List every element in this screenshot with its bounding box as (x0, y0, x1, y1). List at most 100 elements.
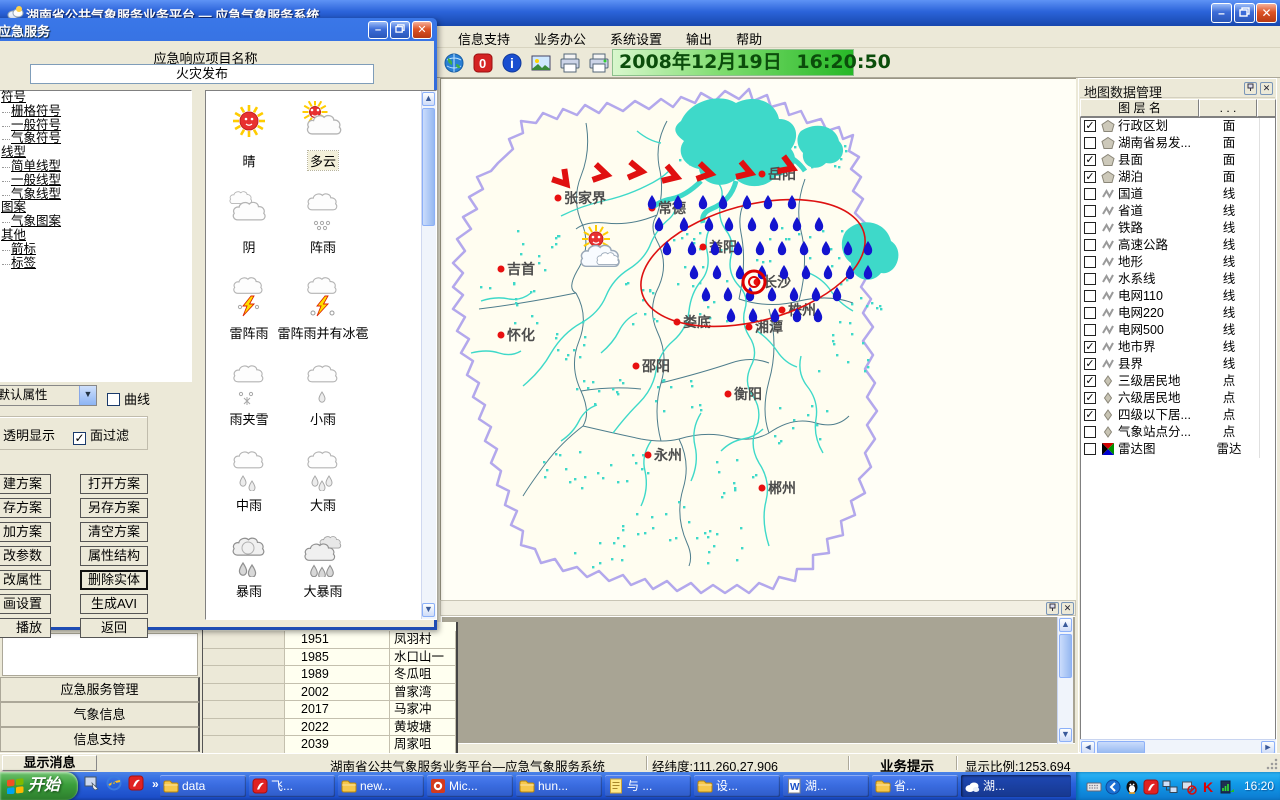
button-属性结构[interactable]: 属性结构 (80, 546, 148, 566)
weather-symbol-阴[interactable] (226, 187, 272, 233)
tree-item-标签[interactable]: 标签 (0, 257, 191, 271)
bottom-panel-scrollbar[interactable]: ▲ ▼ (1057, 617, 1073, 744)
layer-row-水系线[interactable]: 水系线 线 (1081, 271, 1275, 288)
close-button[interactable]: ✕ (1256, 3, 1277, 23)
layer-row-电网220[interactable]: 电网220 线 (1081, 305, 1275, 322)
table-row[interactable]: 1989 冬瓜咀 (203, 666, 456, 684)
layer-visibility-checkbox[interactable] (1084, 137, 1096, 149)
taskbar-button-6[interactable]: 设... (694, 775, 780, 797)
taskbar-button-8[interactable]: 省... (872, 775, 958, 797)
button-返回[interactable]: 返回 (80, 618, 148, 638)
tree-item-一般线型[interactable]: 一般线型 (0, 174, 191, 188)
dialog-restore-button[interactable] (390, 21, 410, 39)
menu-item-2[interactable]: 系统设置 (598, 26, 674, 48)
pin-icon[interactable] (1244, 82, 1257, 95)
menu-item-1[interactable]: 业务办公 (522, 26, 598, 48)
station-table[interactable]: 1951 凤羽村 1985 水口山一厂 1989 冬瓜咀 2002 曾家湾 20… (202, 622, 458, 753)
layer-visibility-checkbox[interactable]: ✓ (1084, 375, 1096, 387)
button-存方案[interactable]: 存方案 (0, 498, 51, 518)
layer-visibility-checkbox[interactable] (1084, 239, 1096, 251)
layer-visibility-checkbox[interactable] (1084, 205, 1096, 217)
button-画设置[interactable]: 画设置 (0, 594, 51, 614)
layer-row-气象站点分...[interactable]: 气象站点分... 点 (1081, 424, 1275, 441)
layer-visibility-checkbox[interactable]: ✓ (1084, 120, 1096, 132)
layer-row-湖泊[interactable]: ✓ 湖泊 面 (1081, 169, 1275, 186)
weather-symbol-大暴雨[interactable] (300, 531, 346, 577)
layer-visibility-checkbox[interactable]: ✓ (1084, 171, 1096, 183)
map-canvas[interactable]: 张家界岳阳常德益阳长沙株州湘潭娄底吉首怀化邵阳衡阳永州郴州 (440, 78, 1076, 600)
curve-checkbox[interactable]: 曲线 (107, 389, 150, 408)
layer-row-雷达图[interactable]: 雷达图 雷达 (1081, 441, 1275, 458)
table-row[interactable]: 2039 周家咀 (203, 736, 456, 753)
column-header-type[interactable]: . . . (1199, 99, 1257, 117)
table-row[interactable]: 2022 黄坡塘 (203, 719, 456, 737)
weather-symbol-雷阵雨[interactable] (226, 273, 272, 319)
weather-panel-scrollbar[interactable]: ▲ ▼ (421, 91, 436, 619)
tree-item-线型[interactable]: 线型 (0, 146, 191, 160)
image-icon[interactable] (529, 51, 553, 75)
layer-visibility-checkbox[interactable] (1084, 307, 1096, 319)
button-删除实体[interactable]: 删除实体 (80, 570, 148, 590)
menu-item-4[interactable]: 帮助 (724, 26, 774, 48)
weather-symbol-阵雨[interactable] (300, 187, 346, 233)
tree-item-栅格符号[interactable]: 栅格符号 (0, 105, 191, 119)
button-打开方案[interactable]: 打开方案 (80, 474, 148, 494)
layer-visibility-checkbox[interactable]: ✓ (1084, 341, 1096, 353)
weather-symbol-clipped[interactable] (226, 617, 272, 620)
taskbar-button-5[interactable]: 与 ... (605, 775, 691, 797)
layer-visibility-checkbox[interactable]: ✓ (1084, 358, 1096, 370)
button-改参数[interactable]: 改参数 (0, 546, 51, 566)
layer-visibility-checkbox[interactable] (1084, 426, 1096, 438)
button-生成AVI[interactable]: 生成AVI (80, 594, 148, 614)
stack-button-应急服务管理[interactable]: 应急服务管理 (0, 677, 200, 702)
transparent-checkbox[interactable]: 透明显示 (3, 425, 55, 444)
table-row[interactable]: 1985 水口山一厂 (203, 649, 456, 667)
layer-visibility-checkbox[interactable] (1084, 222, 1096, 234)
layer-row-三级居民地[interactable]: ✓ 三级居民地 点 (1081, 373, 1275, 390)
weather-symbol-雨夹雪[interactable] (226, 359, 272, 405)
tray-antivirus-icon[interactable]: K (1200, 779, 1215, 794)
layer-visibility-checkbox[interactable] (1084, 443, 1096, 455)
taskbar-button-3[interactable]: Mic... (427, 775, 513, 797)
table-row[interactable]: 2017 马家冲 (203, 701, 456, 719)
layer-row-县界[interactable]: ✓ 县界 线 (1081, 356, 1275, 373)
tray-fetion-icon[interactable] (1143, 779, 1158, 794)
tree-item-气象线型[interactable]: 气象线型 (0, 188, 191, 202)
layer-row-六级居民地[interactable]: ✓ 六级居民地 点 (1081, 390, 1275, 407)
dialog-minimize-button[interactable]: – (368, 21, 388, 39)
project-name-input[interactable]: 火灾发布 (30, 64, 374, 84)
tray-network-icon[interactable] (1162, 779, 1177, 794)
button-清空方案[interactable]: 清空方案 (80, 522, 148, 542)
tray-qq-icon[interactable] (1124, 779, 1139, 794)
face-filter-checkbox[interactable]: ✓面过滤 (73, 425, 129, 445)
tree-item-简单线型[interactable]: 简单线型 (0, 160, 191, 174)
minimize-button[interactable]: – (1211, 3, 1232, 23)
tray-blocked-icon[interactable] (1181, 779, 1196, 794)
layer-row-电网110[interactable]: 电网110 线 (1081, 288, 1275, 305)
pin-icon[interactable] (1046, 602, 1059, 615)
layer-visibility-checkbox[interactable]: ✓ (1084, 392, 1096, 404)
info-icon[interactable]: i (500, 51, 524, 75)
taskbar-button-1[interactable]: 飞... (249, 775, 335, 797)
weather-symbol-暴雨[interactable] (226, 531, 272, 577)
button-改属性[interactable]: 改属性 (0, 570, 51, 590)
fetion-icon[interactable] (128, 775, 146, 793)
layer-row-地市界[interactable]: ✓ 地市界 线 (1081, 339, 1275, 356)
print-preview-icon[interactable] (587, 51, 611, 75)
table-row[interactable]: 1951 凤羽村 (203, 631, 456, 649)
weather-symbol-大雨[interactable] (300, 445, 346, 491)
dialog-close-button[interactable]: ✕ (412, 21, 432, 39)
layer-visibility-checkbox[interactable] (1084, 324, 1096, 336)
default-attr-combobox[interactable]: 改默认属性▼ (0, 385, 97, 406)
button-建方案[interactable]: 建方案 (0, 474, 51, 494)
close-icon[interactable]: ✕ (1061, 602, 1074, 615)
layer-row-湖南省易发...[interactable]: 湖南省易发... 面 (1081, 135, 1275, 152)
stop-icon[interactable]: 0 (471, 51, 495, 75)
stack-button-信息支持[interactable]: 信息支持 (0, 727, 200, 752)
globe-icon[interactable] (442, 51, 466, 75)
layer-visibility-checkbox[interactable] (1084, 188, 1096, 200)
weather-symbol-雷阵雨并有冰雹[interactable] (300, 273, 346, 319)
layer-row-电网500[interactable]: 电网500 线 (1081, 322, 1275, 339)
tree-item-符号[interactable]: 符号 (0, 91, 191, 105)
taskbar-button-4[interactable]: hun... (516, 775, 602, 797)
